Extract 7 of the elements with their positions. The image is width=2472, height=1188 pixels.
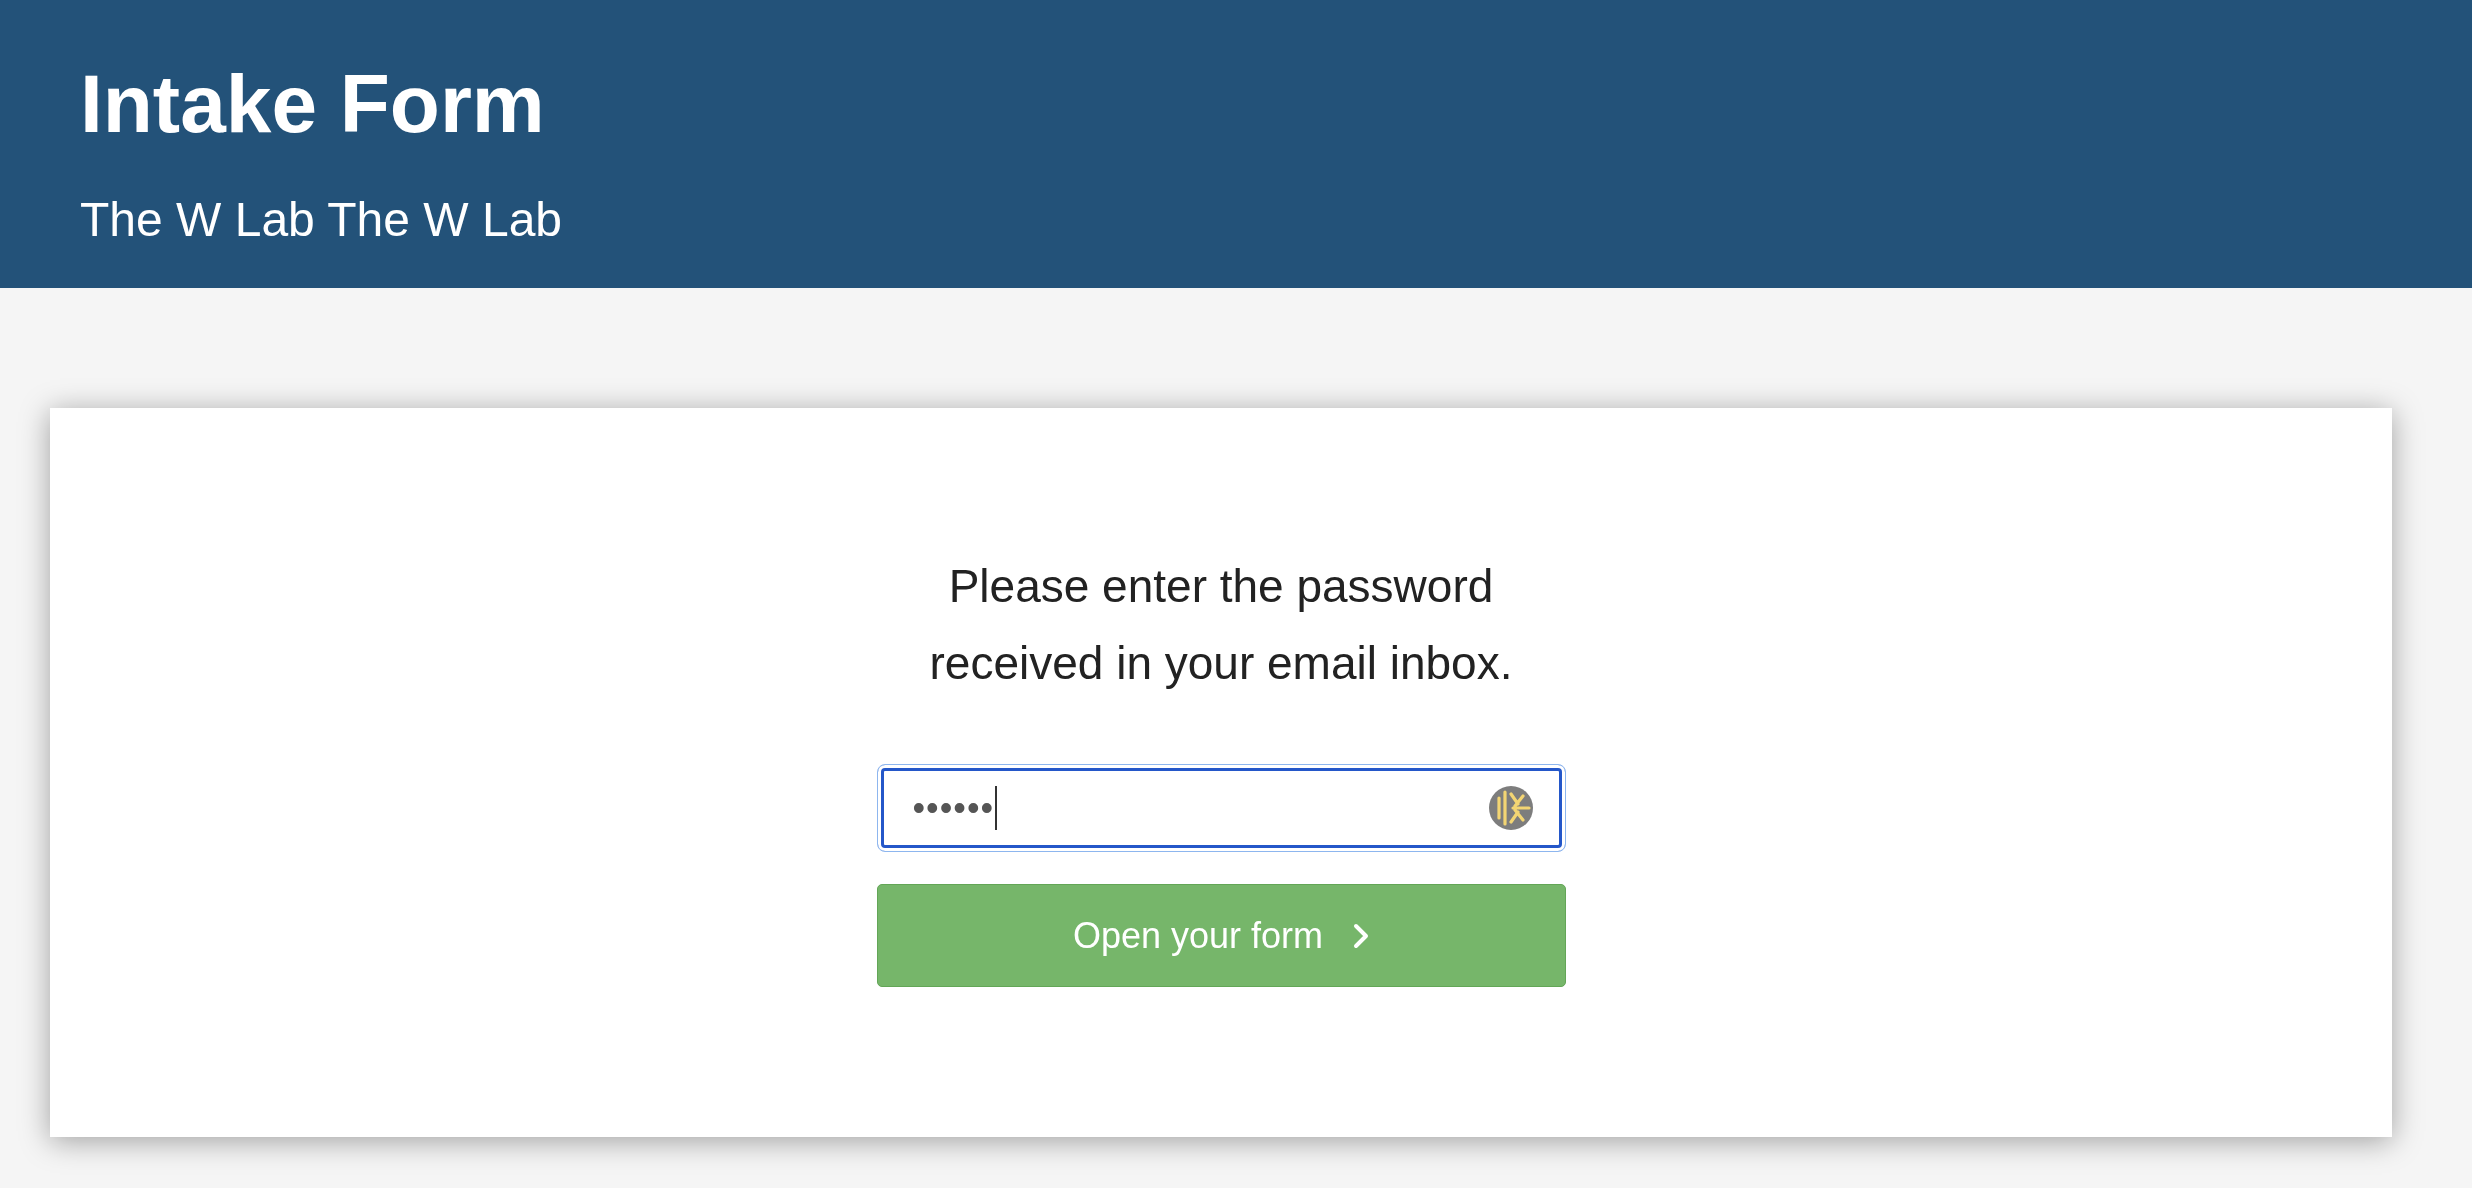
page-title: Intake Form <box>80 57 545 151</box>
page-subtitle: The W Lab The W Lab <box>80 192 562 248</box>
password-field[interactable]: •••••• <box>876 764 1566 852</box>
striped-circle-icon[interactable] <box>1488 786 1533 830</box>
password-instructions: Please enter the password received in your email inbox. <box>928 559 1514 691</box>
chevron-right-icon <box>1353 922 1370 949</box>
text-cursor-icon <box>995 786 998 830</box>
